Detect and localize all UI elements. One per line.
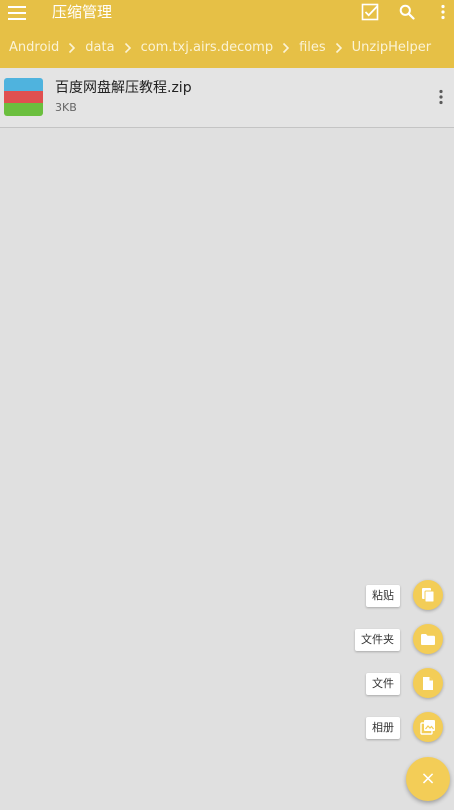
paste-label[interactable]: 粘贴 — [366, 585, 400, 607]
breadcrumb-item-files[interactable]: files — [299, 36, 326, 60]
file-name: 百度网盘解压教程.zip — [55, 80, 192, 96]
more-vert-icon[interactable] — [432, 2, 454, 22]
item-more-icon[interactable] — [433, 86, 449, 108]
file-list: 百度网盘解压教程.zip 3KB — [0, 68, 454, 128]
breadcrumb-item-android[interactable]: Android — [9, 36, 59, 60]
chevron-right-icon — [59, 36, 85, 60]
breadcrumb-item-package[interactable]: com.txj.airs.decomp — [141, 36, 274, 60]
breadcrumb-item-unziphelper[interactable]: UnzipHelper — [352, 36, 431, 60]
app-bar: 压缩管理 Android data com.txj.airs.decomp fi… — [0, 0, 454, 68]
file-icon — [423, 676, 433, 690]
menu-line — [8, 18, 26, 20]
folder-icon — [421, 633, 435, 645]
paste-button[interactable] — [413, 580, 443, 610]
toolbar: 压缩管理 — [0, 0, 454, 26]
breadcrumb-item-data[interactable]: data — [85, 36, 114, 60]
magnifier-icon — [399, 4, 415, 20]
menu-icon[interactable] — [6, 2, 28, 22]
select-all-icon[interactable] — [359, 2, 381, 22]
speed-dial-close-button[interactable]: × — [406, 757, 450, 801]
thumb-band-top — [4, 78, 43, 91]
checkbox-check-icon — [361, 3, 379, 21]
three-dots-icon — [439, 89, 443, 105]
chevron-right-icon — [326, 36, 352, 60]
photo-album-icon — [420, 720, 435, 735]
thumb-band-middle — [4, 90, 43, 104]
paste-icon — [422, 588, 435, 603]
new-folder-button[interactable] — [413, 624, 443, 654]
file-size: 3KB — [55, 101, 77, 114]
breadcrumb: Android data com.txj.airs.decomp files U… — [0, 36, 454, 60]
menu-line — [8, 6, 26, 8]
app-root: 压缩管理 Android data com.txj.airs.decomp fi… — [0, 0, 454, 810]
thumb-band-bottom — [4, 103, 43, 116]
three-dots-icon — [441, 4, 445, 20]
photo-album-button[interactable] — [413, 712, 443, 742]
chevron-right-icon — [273, 36, 299, 60]
chevron-right-icon — [115, 36, 141, 60]
new-file-label[interactable]: 文件 — [366, 673, 400, 695]
new-folder-label[interactable]: 文件夹 — [355, 629, 400, 651]
search-icon[interactable] — [396, 2, 418, 22]
list-item[interactable]: 百度网盘解压教程.zip 3KB — [0, 68, 454, 128]
photo-album-label[interactable]: 相册 — [366, 717, 400, 739]
zip-archive-icon — [4, 78, 43, 116]
close-icon: × — [420, 768, 436, 789]
new-file-button[interactable] — [413, 668, 443, 698]
page-title: 压缩管理 — [52, 3, 113, 21]
menu-line — [8, 12, 26, 14]
